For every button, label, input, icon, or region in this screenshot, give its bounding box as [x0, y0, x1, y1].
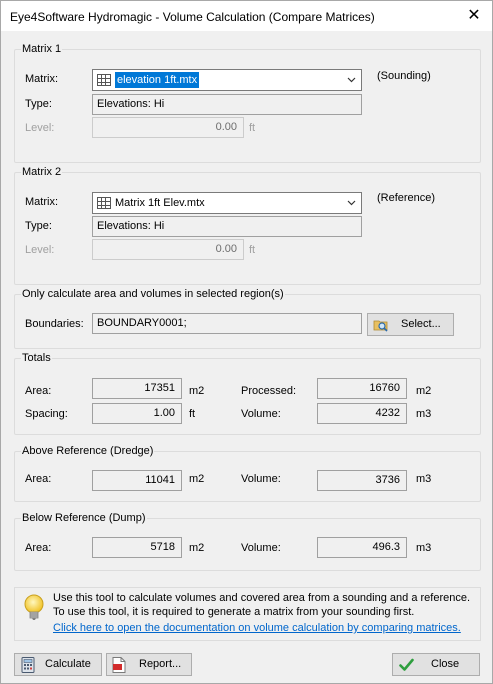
boundaries-field: BOUNDARY0001; [92, 313, 362, 334]
matrix2-select[interactable]: Matrix 1ft Elev.mtx [92, 192, 362, 214]
pdf-report-icon [112, 657, 126, 673]
select-boundaries-button[interactable]: Select... [367, 313, 454, 336]
above-volume-label: Volume: [241, 473, 281, 485]
totals-processed-label: Processed: [241, 385, 297, 397]
totals-spacing-label: Spacing: [25, 408, 68, 420]
matrix1-level-label: Level: [25, 122, 55, 134]
window-title: Eye4Software Hydromagic - Volume Calcula… [10, 10, 375, 24]
totals-spacing-field: 1.00 [92, 403, 182, 424]
folder-search-icon [373, 320, 388, 332]
below-reference-group-label: Below Reference (Dump) [21, 512, 147, 524]
matrix1-type-label: Type: [25, 98, 52, 110]
documentation-link[interactable]: Click here to open the documentation on … [53, 622, 461, 634]
totals-volume-field: 4232 [317, 403, 407, 424]
chevron-down-icon [347, 200, 356, 206]
matrix1-matrix-label: Matrix: [25, 73, 58, 85]
info-line-1: Use this tool to calculate volumes and c… [53, 592, 471, 604]
matrix2-level-label: Level: [25, 244, 55, 256]
matrix1-type-field: Elevations: Hi [92, 94, 362, 115]
close-window-icon[interactable]: ✕ [464, 6, 484, 26]
calculator-icon [21, 657, 35, 673]
matrix2-select-value: Matrix 1ft Elev.mtx [115, 197, 205, 209]
matrix2-level-unit: ft [249, 244, 256, 256]
above-area-label: Area: [25, 473, 52, 485]
matrix-grid-icon [97, 197, 111, 209]
chevron-down-icon [347, 77, 356, 83]
close-button[interactable]: Close [392, 653, 480, 676]
matrix2-type-field: Elevations: Hi [92, 216, 362, 237]
above-area-unit: m2 [189, 473, 205, 485]
totals-volume-unit: m3 [416, 408, 432, 420]
totals-group-label: Totals [21, 352, 52, 364]
matrix2-type-label: Type: [25, 220, 52, 232]
below-volume-unit: m3 [416, 542, 432, 554]
volume-calculation-dialog: Eye4Software Hydromagic - Volume Calcula… [0, 0, 493, 684]
checkmark-icon [399, 658, 414, 671]
totals-area-field: 17351 [92, 378, 182, 399]
calculate-button[interactable]: Calculate [14, 653, 102, 676]
above-volume-field: 3736 [317, 470, 407, 491]
above-area-field: 11041 [92, 470, 182, 491]
below-volume-field: 496.3 [317, 537, 407, 558]
title-bar: Eye4Software Hydromagic - Volume Calcula… [1, 1, 492, 31]
totals-volume-label: Volume: [241, 408, 281, 420]
report-button-label: Report... [139, 658, 182, 670]
above-volume-unit: m3 [416, 473, 432, 485]
info-panel: Use this tool to calculate volumes and c… [14, 587, 481, 641]
matrix1-group-label: Matrix 1 [21, 43, 63, 55]
totals-area-label: Area: [25, 385, 52, 397]
below-area-field: 5718 [92, 537, 182, 558]
select-button-label: Select... [401, 318, 441, 330]
below-area-label: Area: [25, 542, 52, 554]
matrix1-level-field[interactable]: 0.00 [92, 117, 244, 138]
matrix2-matrix-label: Matrix: [25, 196, 58, 208]
region-group-label: Only calculate area and volumes in selec… [21, 288, 285, 300]
matrix2-note: (Reference) [377, 192, 436, 204]
calculate-button-label: Calculate [45, 658, 91, 670]
below-volume-label: Volume: [241, 542, 281, 554]
matrix2-group-label: Matrix 2 [21, 166, 63, 178]
below-area-unit: m2 [189, 542, 205, 554]
totals-processed-unit: m2 [416, 385, 432, 397]
above-reference-group-label: Above Reference (Dredge) [21, 445, 155, 457]
lightbulb-icon [24, 594, 44, 620]
matrix-grid-icon [97, 74, 111, 86]
matrix1-select[interactable]: elevation 1ft.mtx [92, 69, 362, 91]
totals-processed-field: 16760 [317, 378, 407, 399]
matrix1-level-unit: ft [249, 122, 256, 134]
matrix2-level-field[interactable]: 0.00 [92, 239, 244, 260]
totals-spacing-unit: ft [189, 408, 196, 420]
boundaries-label: Boundaries: [25, 318, 84, 330]
totals-area-unit: m2 [189, 385, 205, 397]
report-button[interactable]: Report... [106, 653, 192, 676]
matrix1-note: (Sounding) [377, 70, 431, 82]
close-button-label: Close [431, 658, 460, 670]
matrix1-select-value: elevation 1ft.mtx [115, 72, 200, 88]
info-line-2: To use this tool, it is required to gene… [53, 606, 415, 618]
